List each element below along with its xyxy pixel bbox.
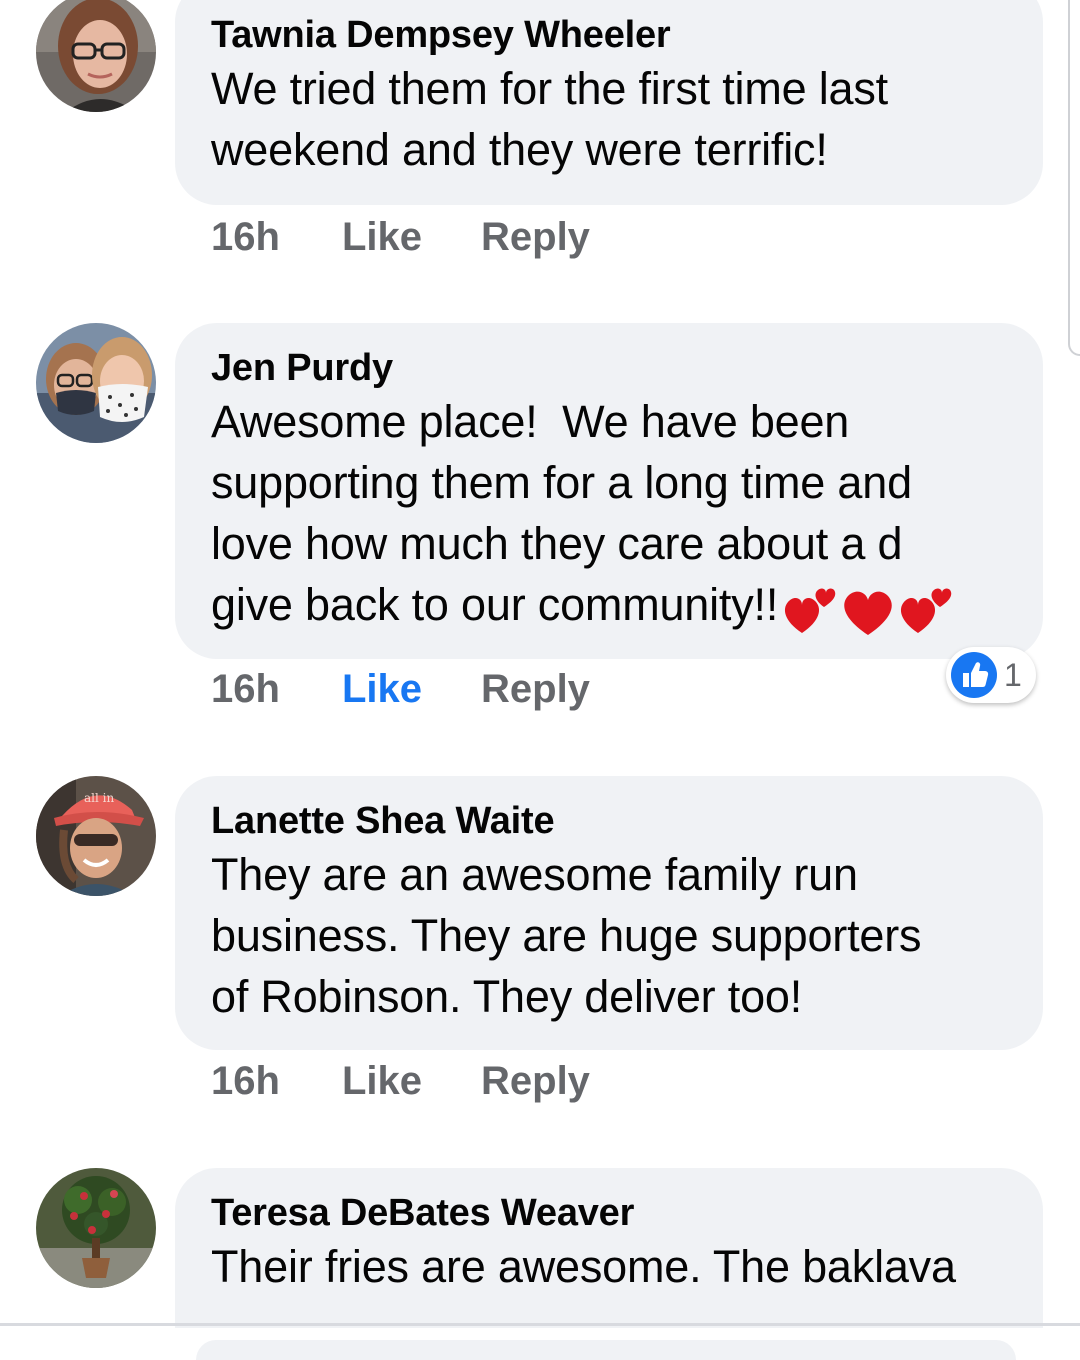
avatar-photo-icon <box>36 1168 156 1288</box>
comment-author[interactable]: Teresa DeBates Weaver <box>211 1190 1003 1236</box>
red-heart-icon <box>844 591 892 636</box>
comment-bubble[interactable]: Teresa DeBates Weaver Their fries are aw… <box>175 1168 1043 1328</box>
comment-text-line: supporting them for a long time and <box>211 457 912 508</box>
thumbs-up-icon <box>951 652 997 698</box>
reaction-count-badge[interactable]: 1 <box>946 647 1036 703</box>
comment-text-line: weekend and they were terrific! <box>211 124 828 175</box>
avatar[interactable] <box>36 323 156 443</box>
avatar[interactable] <box>36 1168 156 1288</box>
like-button[interactable]: Like <box>342 664 422 714</box>
scrollbar-edge[interactable] <box>1068 0 1080 356</box>
comment-text-line: We tried them for the first time last <box>211 63 888 114</box>
comment-author[interactable]: Lanette Shea Waite <box>211 798 1003 844</box>
avatar[interactable]: all in <box>36 776 156 896</box>
reply-button[interactable]: Reply <box>481 212 590 262</box>
comment-text-line: Their fries are awesome. The baklava <box>211 1241 956 1292</box>
comment-text: We tried them for the first time last we… <box>211 58 1003 180</box>
comment-text-line: Awesome place! We have been <box>211 396 850 447</box>
comment-text: Awesome place! We have been supporting t… <box>211 391 1003 639</box>
comment-text: They are an awesome family run business.… <box>211 844 1003 1027</box>
bottom-divider <box>0 1323 1080 1326</box>
reply-button[interactable]: Reply <box>481 1056 590 1106</box>
avatar-photo-icon: all in <box>36 776 156 896</box>
avatar-photo-icon <box>36 323 156 443</box>
reply-button[interactable]: Reply <box>481 664 590 714</box>
comment-timestamp[interactable]: 16h <box>211 212 280 262</box>
comment-bubble[interactable]: Lanette Shea Waite They are an awesome f… <box>175 776 1043 1050</box>
svg-text:all in: all in <box>84 791 114 805</box>
emoji-row <box>780 578 954 639</box>
comment-text-line: They are an awesome family run <box>211 849 858 900</box>
like-button[interactable]: Like <box>342 1056 422 1106</box>
two-hearts-icon <box>785 588 836 634</box>
avatar-photo-icon <box>36 0 156 112</box>
comment-text-segment: give back to our community!! <box>211 579 779 630</box>
two-hearts-icon <box>901 588 952 634</box>
comment-bubble[interactable]: Jen Purdy Awesome place! We have been su… <box>175 323 1043 659</box>
comment-text-line: of Robinson. They deliver too! <box>211 971 803 1022</box>
comment-author[interactable]: Tawnia Dempsey Wheeler <box>211 12 1003 58</box>
comment-text-line: business. They are huge supporters <box>211 910 922 961</box>
avatar[interactable] <box>36 0 156 112</box>
comment-timestamp[interactable]: 16h <box>211 1056 280 1106</box>
reaction-count: 1 <box>1004 657 1022 693</box>
comment-bubble[interactable]: Tawnia Dempsey Wheeler We tried them for… <box>175 0 1043 205</box>
like-button[interactable]: Like <box>342 212 422 262</box>
comment-text: Their fries are awesome. The baklava <box>211 1236 1003 1297</box>
comment-timestamp[interactable]: 16h <box>211 664 280 714</box>
comment-text-line: give back to our community!! <box>211 574 1003 639</box>
comment-text-line: love how much they care about a d <box>211 518 903 569</box>
comment-bubble-partial <box>196 1340 1016 1360</box>
comment-author[interactable]: Jen Purdy <box>211 345 1003 391</box>
